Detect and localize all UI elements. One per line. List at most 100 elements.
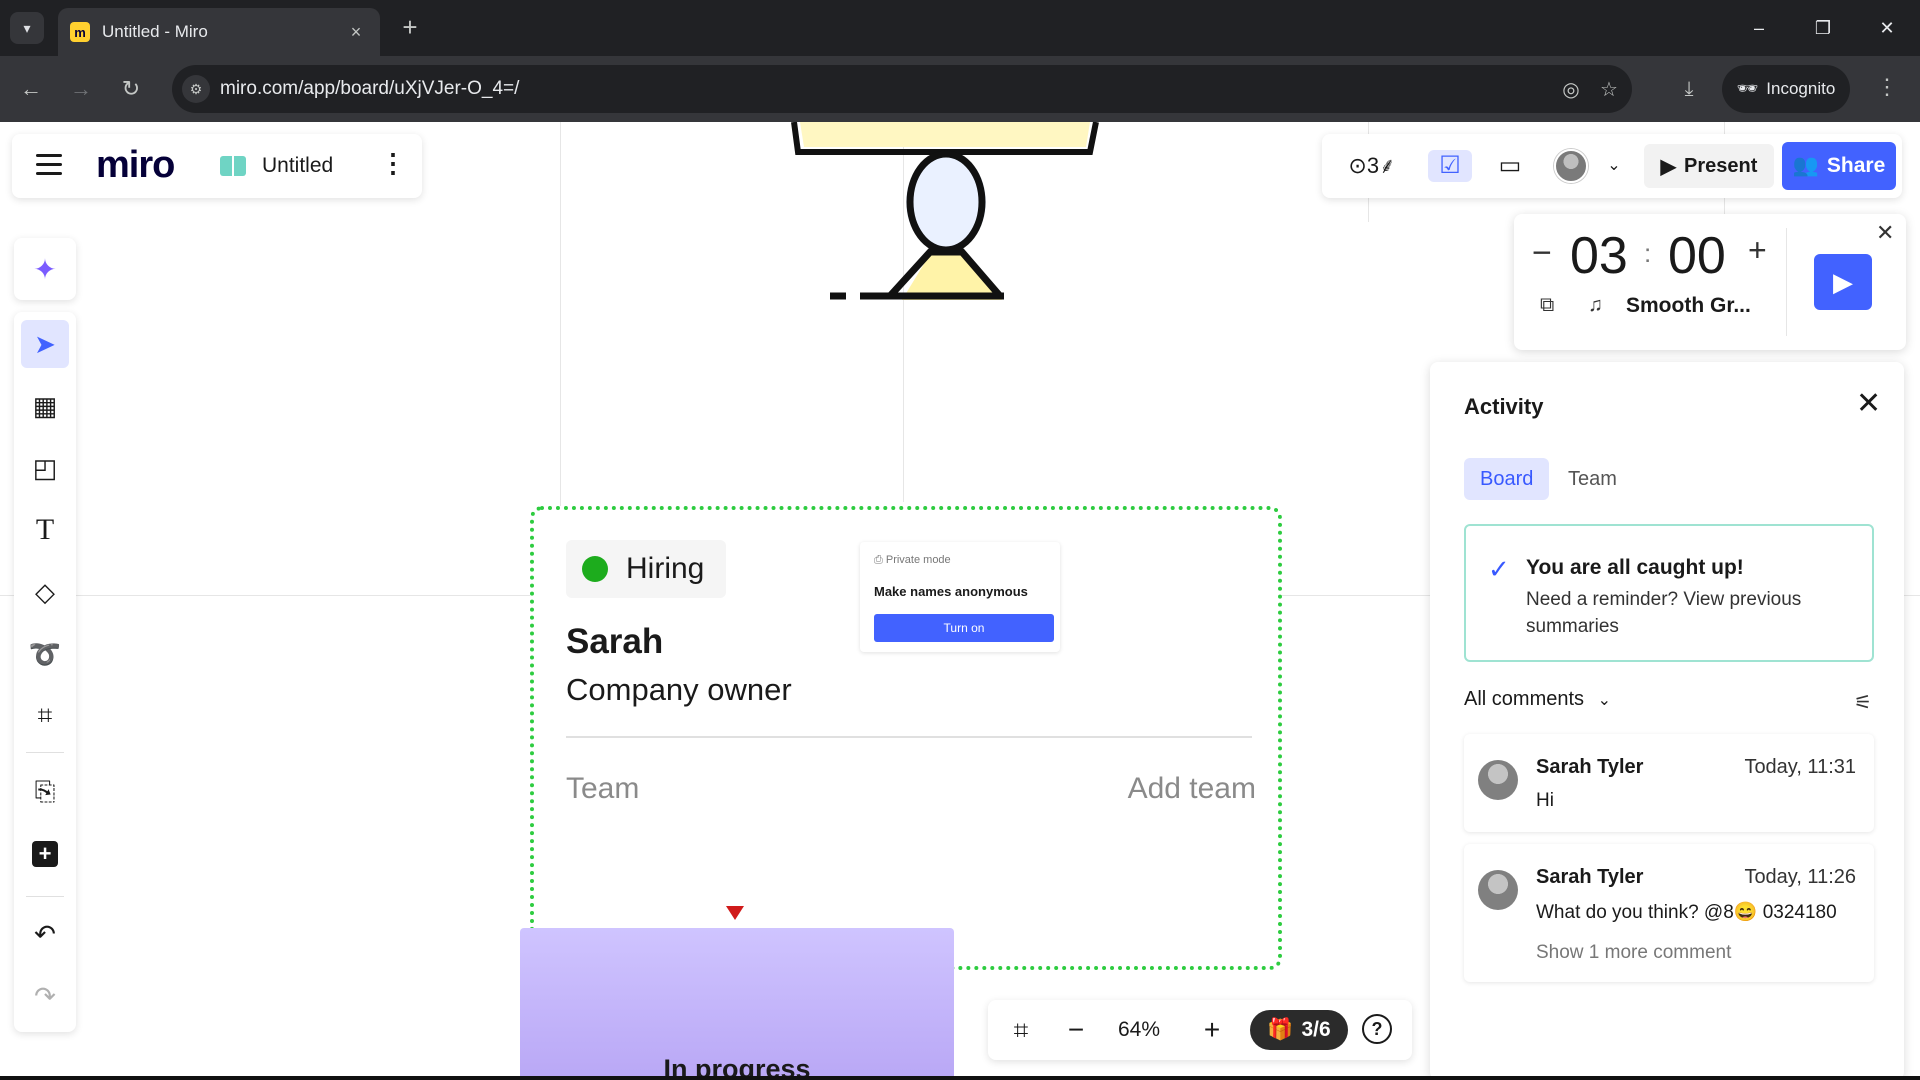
select-cursor-icon[interactable]: ➤ [21,320,69,368]
download-icon[interactable]: ⤓ [1676,76,1702,102]
undo-icon[interactable]: ↶ [21,910,69,958]
fit-to-screen-icon[interactable]: ⌗ [1004,1014,1038,1046]
lamp-illustration[interactable] [790,122,1110,307]
board-more-icon[interactable]: ⋮ [380,148,406,179]
sticky-note-icon[interactable]: ◰ [21,444,69,492]
window-bottom-edge [0,1076,1920,1080]
in-progress-card[interactable]: In progress [520,928,954,1080]
incognito-indicator[interactable]: 🕶 Incognito [1722,65,1850,113]
zoom-controls: ⌗ − 64% + 🎁 3/6 ? [988,1000,1412,1060]
timer-seconds[interactable]: 00 [1668,226,1726,286]
tab-close-icon[interactable]: × [344,20,368,44]
activity-comments-icon[interactable]: ☑ [1428,150,1472,182]
bookmark-star-icon[interactable]: ☆ [1596,77,1622,103]
comment-author: Sarah Tyler [1536,756,1644,778]
url-text[interactable]: miro.com/app/board/uXjVJer-O_4=/ [220,78,519,100]
board-canvas[interactable]: miro Untitled ⋮ ⊙3⸙ ☑ ▭ ⌄ ▶ Present 👥 Sh… [0,122,1920,1080]
pen-lasso-icon[interactable]: ➰ [21,630,69,678]
grid-line [560,122,561,522]
redo-icon[interactable]: ↷ [21,972,69,1020]
comment-item[interactable]: Sarah Tyler Today, 11:26 What do you thi… [1464,844,1874,982]
window-restore-button[interactable]: ❐ [1808,14,1838,42]
main-menu-icon[interactable] [36,154,62,176]
browser-menu-icon[interactable]: ⋮ [1876,74,1898,100]
address-bar[interactable]: ⚙ miro.com/app/board/uXjVJer-O_4=/ ◎ ☆ [172,65,1632,113]
zoom-out-button[interactable]: − [1060,1014,1092,1046]
status-dot-icon [582,556,608,582]
view-summaries-link[interactable]: Need a reminder? View previous summaries [1526,586,1846,640]
person-name[interactable]: Sarah [566,622,663,662]
avatar[interactable] [1554,149,1588,183]
forward-arrow-icon[interactable]: → [66,74,96,104]
pages-count: 3/6 [1301,1018,1331,1041]
status-label: Hiring [626,552,705,585]
avatar [1478,870,1518,910]
caught-up-title: You are all caught up! [1526,556,1744,579]
chevron-down-icon[interactable]: ⌄ [1604,150,1624,182]
filter-settings-icon[interactable]: ⚟ [1854,690,1872,715]
activity-title: Activity [1464,394,1544,419]
help-icon[interactable]: ? [1362,1014,1392,1044]
person-card-frame[interactable]: Hiring ⎙ Private mode Make names anonymo… [530,506,1282,970]
window-close-button[interactable]: ✕ [1872,14,1902,42]
board-name[interactable]: Untitled [262,154,333,178]
creation-toolbar: ➤ ▦ ◰ T ◇ ➰ ⌗ ⎘ + ↶ ↷ [14,312,76,1032]
reactions-icon[interactable]: ⊙3⸙ [1340,150,1404,182]
board-header-panel: miro Untitled ⋮ [12,134,422,198]
text-tool-icon[interactable]: T [21,506,69,554]
timer-close-icon[interactable]: ✕ [1876,220,1894,246]
back-arrow-icon[interactable]: ← [16,74,46,104]
chevron-down-icon: ⌄ [1597,692,1611,709]
add-team-button[interactable]: Add team [1128,772,1256,806]
timer-increase-button[interactable]: + [1748,232,1767,269]
frame-icon[interactable]: ⌗ [21,692,69,740]
activity-close-icon[interactable]: ✕ [1856,386,1881,421]
timer-decrease-button[interactable]: − [1532,234,1552,273]
board-book-icon [220,156,246,176]
upload-icon[interactable]: ⎘ [21,768,69,816]
zoom-in-button[interactable]: + [1196,1014,1228,1046]
comments-filter-dropdown[interactable]: All comments ⌄ [1464,688,1611,711]
shapes-icon[interactable]: ◇ [21,568,69,616]
templates-icon[interactable]: ▦ [21,382,69,430]
zoom-level[interactable]: 64% [1118,1018,1160,1042]
private-mode-title: Make names anonymous [874,584,1028,599]
comment-author: Sarah Tyler [1536,866,1644,888]
timer-minutes[interactable]: 03 [1570,226,1628,286]
card-divider [566,736,1252,738]
team-label: Team [566,772,640,805]
frames-navigator-button[interactable]: 🎁 3/6 [1250,1010,1348,1050]
show-more-comments-link[interactable]: Show 1 more comment [1536,942,1731,964]
window-minimize-button[interactable]: – [1744,14,1774,42]
browser-tabbar: ▾ m Untitled - Miro × + – ❐ ✕ [0,0,1920,56]
tracking-eye-off-icon[interactable]: ◎ [1558,77,1584,103]
present-button[interactable]: ▶ Present [1644,144,1774,188]
share-button[interactable]: 👥 Share [1782,142,1896,190]
miro-favicon-icon: m [70,22,90,42]
timer-track-name[interactable]: Smooth Gr... [1626,294,1751,318]
external-link-icon[interactable]: ⧉ [1540,294,1554,317]
status-badge[interactable]: Hiring [566,540,726,598]
private-mode-popover: ⎙ Private mode Make names anonymous Turn… [860,542,1060,652]
comment-time: Today, 11:31 [1744,756,1856,778]
browser-tab[interactable]: m Untitled - Miro × [58,8,380,56]
tab-list-chevron-icon[interactable]: ▾ [10,12,44,44]
more-apps-plus-icon[interactable]: + [21,830,69,878]
tab-board[interactable]: Board [1464,458,1550,500]
person-role[interactable]: Company owner [566,672,792,708]
reload-icon[interactable]: ↻ [116,74,146,104]
incognito-icon: 🕶 [1736,79,1759,98]
ai-sparkle-icon[interactable]: ✦ [14,238,76,300]
tab-team[interactable]: Team [1552,458,1633,500]
timer-widget: − 03 : 00 + ⧉ ♫ Smooth Gr... ▶ ✕ [1514,214,1906,350]
new-tab-button[interactable]: + [396,14,424,42]
gift-icon: 🎁 [1267,1018,1294,1041]
private-mode-label: ⎙ Private mode [874,554,951,566]
comment-item[interactable]: Sarah Tyler Today, 11:31 Hi [1464,734,1874,832]
timer-start-button[interactable]: ▶ [1814,254,1872,310]
site-settings-icon[interactable]: ⚙ [182,75,210,103]
video-call-icon[interactable]: ▭ [1490,150,1530,182]
activity-panel: Activity ✕ Board Team ✓ You are all caug… [1430,362,1904,1080]
turn-on-button[interactable]: Turn on [874,614,1054,642]
miro-logo[interactable]: miro [96,144,175,187]
